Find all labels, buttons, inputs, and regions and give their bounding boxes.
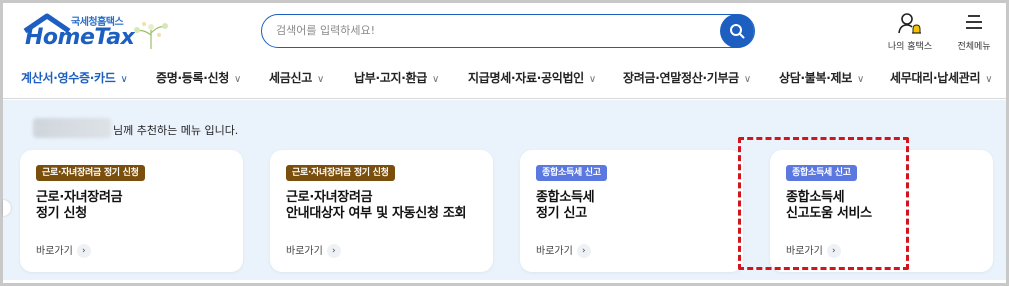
nav-label: 세무대리·납세관리: [890, 71, 981, 85]
main-nav: 계산서·영수증·카드 ∨ 증명·등록·신청 ∨ 세금신고 ∨ 납부·고지·환급 ∨ 지급…: [3, 59, 1006, 99]
nav-label: 장려금·연말정산·기부금: [623, 71, 739, 85]
chevron-down-icon: ∨: [856, 74, 864, 85]
nav-label: 세금신고: [269, 71, 312, 85]
nav-item-tax-agent[interactable]: 세무대리·납세관리 ∨: [890, 69, 993, 86]
nav-item-invoice-receipt-card[interactable]: 계산서·영수증·카드 ∨: [21, 69, 128, 86]
chevron-right-icon: ›: [576, 244, 591, 258]
hamburger-icon: [966, 15, 982, 29]
chevron-down-icon: ∨: [743, 74, 751, 85]
card-title-line: 정기 신고: [536, 206, 587, 221]
menu-card[interactable]: 근로·자녀장려금 정기 신청 근로·자녀장려금 정기 신청 바로가기 ›: [20, 150, 243, 272]
card-title-line: 종합소득세: [536, 190, 595, 205]
nav-item-tax-return[interactable]: 세금신고 ∨: [269, 69, 324, 86]
nav-item-payment-statement[interactable]: 지급명세·자료·공익법인 ∨: [468, 69, 596, 86]
all-menu-label: 전체메뉴: [957, 42, 991, 52]
chevron-right-icon: ›: [826, 244, 841, 258]
nav-label: 상담·불복·제보: [779, 71, 852, 85]
card-title-line: 안내대상자 여부 및 자동신청 조회: [286, 206, 467, 221]
my-hometax-button[interactable]: 나의 홈택스: [880, 9, 940, 53]
card-title-line: 근로·자녀장려금: [286, 190, 373, 205]
search-bar: [261, 13, 755, 48]
recommendation-panel: 님께 추천하는 메뉴 입니다. 근로·자녀장려금 정기 신청 근로·자녀장려금 …: [3, 100, 1006, 280]
chevron-down-icon: ∨: [985, 74, 993, 85]
go-link[interactable]: 바로가기 ›: [536, 242, 591, 258]
card-title: 근로·자녀장려금 정기 신청: [36, 190, 123, 222]
chevron-down-icon: ∨: [316, 74, 324, 85]
search-button[interactable]: [720, 13, 754, 48]
card-badge: 근로·자녀장려금 정기 신청: [36, 165, 145, 181]
logo-title: HomeTax: [25, 25, 135, 50]
chevron-down-icon: ∨: [120, 74, 128, 85]
nav-label: 증명·등록·신청: [156, 71, 229, 85]
menu-card[interactable]: 근로·자녀장려금 정기 신청 근로·자녀장려금 안내대상자 여부 및 자동신청 …: [270, 150, 493, 272]
chevron-down-icon: ∨: [233, 74, 241, 85]
nav-item-certificate-registration[interactable]: 증명·등록·신청 ∨: [156, 69, 241, 86]
nav-item-payment-refund[interactable]: 납부·고지·환급 ∨: [354, 69, 439, 86]
card-title-line: 신고도움 서비스: [786, 206, 872, 221]
card-badge: 종합소득세 신고: [536, 165, 607, 181]
chevron-down-icon: ∨: [588, 74, 596, 85]
card-badge: 근로·자녀장려금 정기 신청: [286, 165, 395, 181]
search-icon: [730, 23, 745, 38]
chevron-right-icon: ›: [326, 244, 341, 258]
nav-item-incentive-yearend[interactable]: 장려금·연말정산·기부금 ∨: [623, 69, 751, 86]
go-link-label: 바로가기: [36, 246, 73, 257]
all-menu-button[interactable]: 전체메뉴: [944, 9, 1004, 53]
card-title: 종합소득세 신고도움 서비스: [786, 190, 872, 222]
search-input[interactable]: [262, 15, 712, 46]
menu-card[interactable]: 종합소득세 신고 종합소득세 정기 신고 바로가기 ›: [520, 150, 743, 272]
menu-card[interactable]: 종합소득세 신고 종합소득세 신고도움 서비스 바로가기 ›: [770, 150, 993, 272]
card-title: 근로·자녀장려금 안내대상자 여부 및 자동신청 조회: [286, 190, 466, 222]
blurred-username: [33, 118, 111, 138]
card-title: 종합소득세 정기 신고: [536, 190, 595, 222]
card-title-line: 근로·자녀장려금: [36, 190, 123, 205]
my-hometax-label: 나의 홈택스: [887, 42, 933, 52]
go-link-label: 바로가기: [286, 246, 323, 257]
card-title-line: 정기 신청: [36, 206, 87, 221]
plant-decoration-icon: [134, 22, 168, 49]
nav-item-consult-appeal[interactable]: 상담·불복·제보 ∨: [779, 69, 864, 86]
chevron-right-icon: ›: [76, 244, 91, 258]
nav-label: 계산서·영수증·카드: [21, 71, 116, 85]
go-link[interactable]: 바로가기 ›: [286, 242, 341, 258]
nav-label: 납부·고지·환급: [354, 71, 427, 85]
header: 국세청홈택스 HomeTax 나의 홈택스: [3, 3, 1006, 59]
card-title-line: 종합소득세: [786, 190, 845, 205]
user-bell-icon: [898, 13, 921, 34]
go-link-label: 바로가기: [536, 246, 573, 257]
go-link[interactable]: 바로가기 ›: [786, 242, 841, 258]
go-link[interactable]: 바로가기 ›: [36, 242, 91, 258]
carousel-prev-handle[interactable]: [3, 200, 11, 216]
chevron-down-icon: ∨: [431, 74, 439, 85]
hometax-logo[interactable]: 국세청홈택스 HomeTax: [19, 11, 179, 55]
card-badge: 종합소득세 신고: [786, 165, 857, 181]
go-link-label: 바로가기: [786, 246, 823, 257]
recommendation-text: 님께 추천하는 메뉴 입니다.: [113, 124, 239, 137]
nav-label: 지급명세·자료·공익법인: [468, 71, 584, 85]
